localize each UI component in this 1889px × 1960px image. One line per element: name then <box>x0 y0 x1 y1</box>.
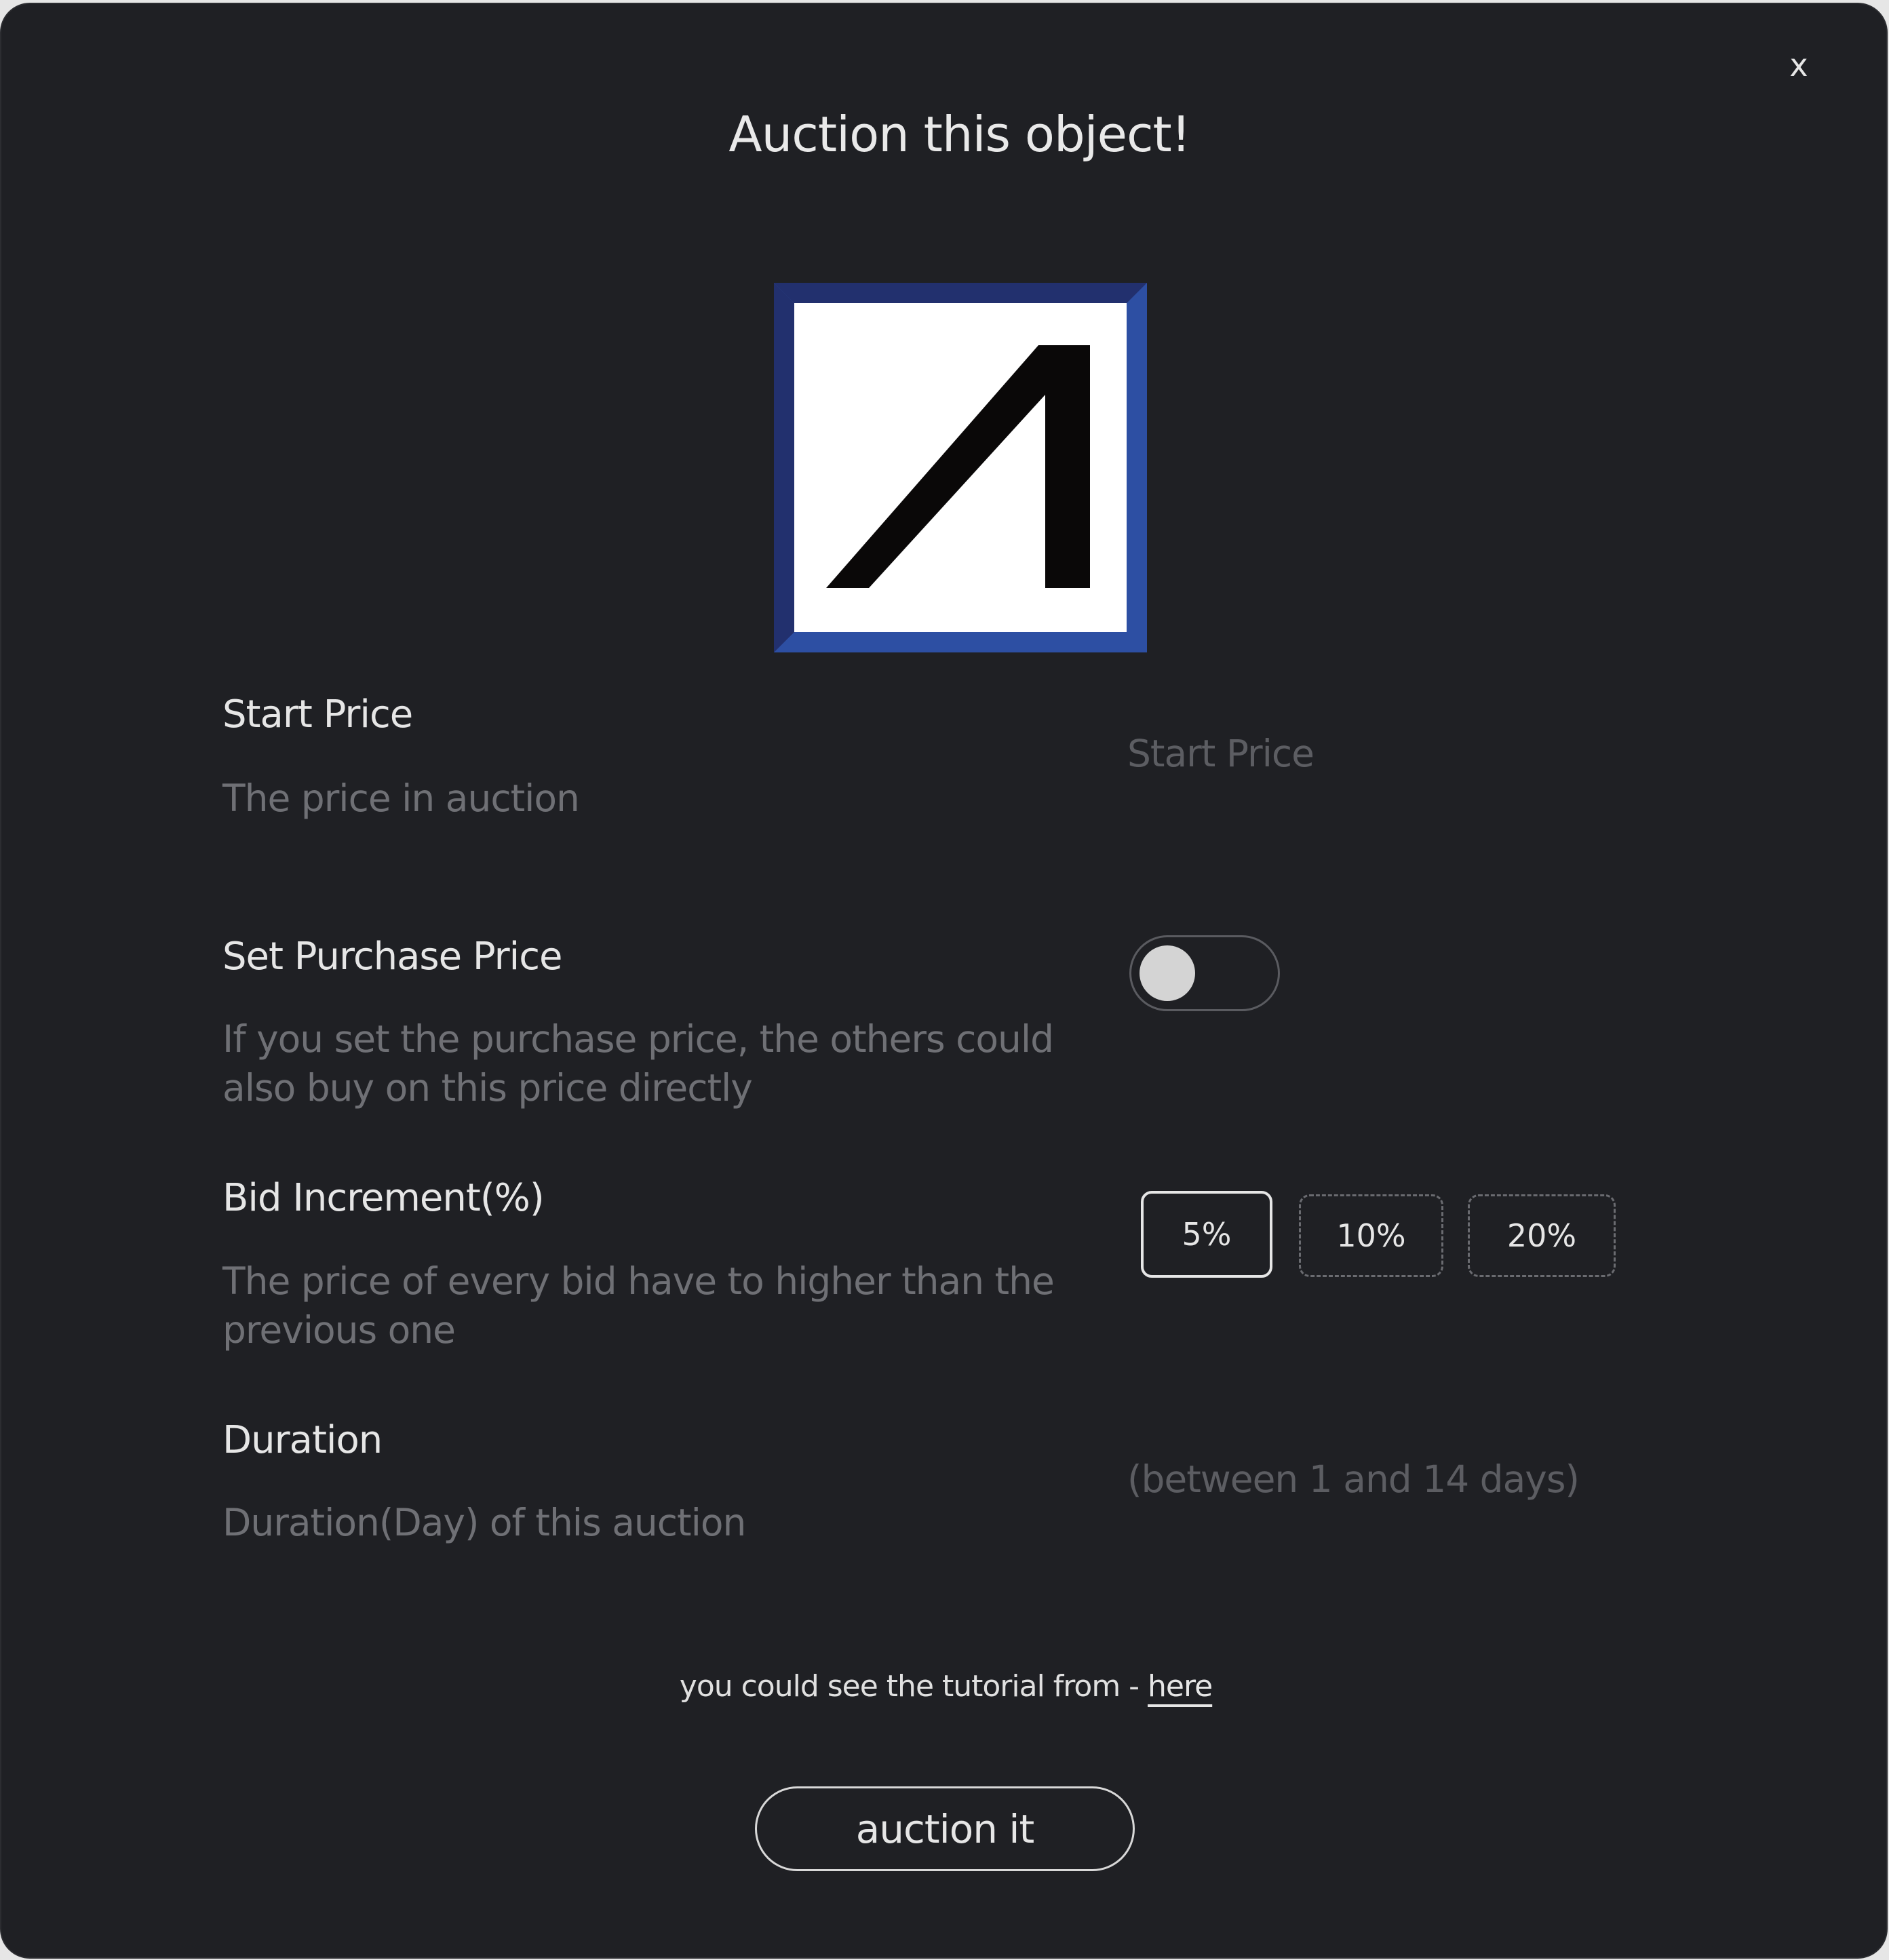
start-price-input[interactable] <box>1127 723 1738 784</box>
duration-description: Duration(Day) of this auction <box>222 1501 746 1544</box>
bid-increment-description: The price of every bid have to higher th… <box>222 1259 1055 1352</box>
duration-label: Duration <box>222 1418 383 1462</box>
auction-it-button[interactable]: auction it <box>755 1786 1135 1871</box>
start-price-description: The price in auction <box>222 777 580 820</box>
auction-dialog: x Auction this object! Start Price The p… <box>0 3 1888 1959</box>
purchase-price-toggle[interactable] <box>1129 935 1280 1011</box>
dialog-title: Auction this object! <box>728 106 1190 163</box>
tutorial-prefix: you could see the tutorial from - <box>679 1669 1148 1704</box>
duration-input[interactable] <box>1127 1449 1738 1510</box>
purchase-price-label: Set Purchase Price <box>222 935 562 979</box>
increment-option-10[interactable]: 10% <box>1299 1194 1443 1277</box>
increment-option-5[interactable]: 5% <box>1141 1191 1272 1278</box>
close-button[interactable]: x <box>1778 45 1819 85</box>
purchase-price-description: If you set the purchase price, the other… <box>222 1017 1054 1110</box>
bid-increment-label: Bid Increment(%) <box>222 1176 545 1220</box>
object-logo-image <box>774 283 1147 652</box>
increment-option-20[interactable]: 20% <box>1468 1194 1616 1277</box>
tutorial-text: you could see the tutorial from - here <box>1 1669 1889 1704</box>
toggle-knob <box>1140 945 1195 1001</box>
tutorial-link[interactable]: here <box>1148 1669 1213 1704</box>
start-price-label: Start Price <box>222 692 413 737</box>
